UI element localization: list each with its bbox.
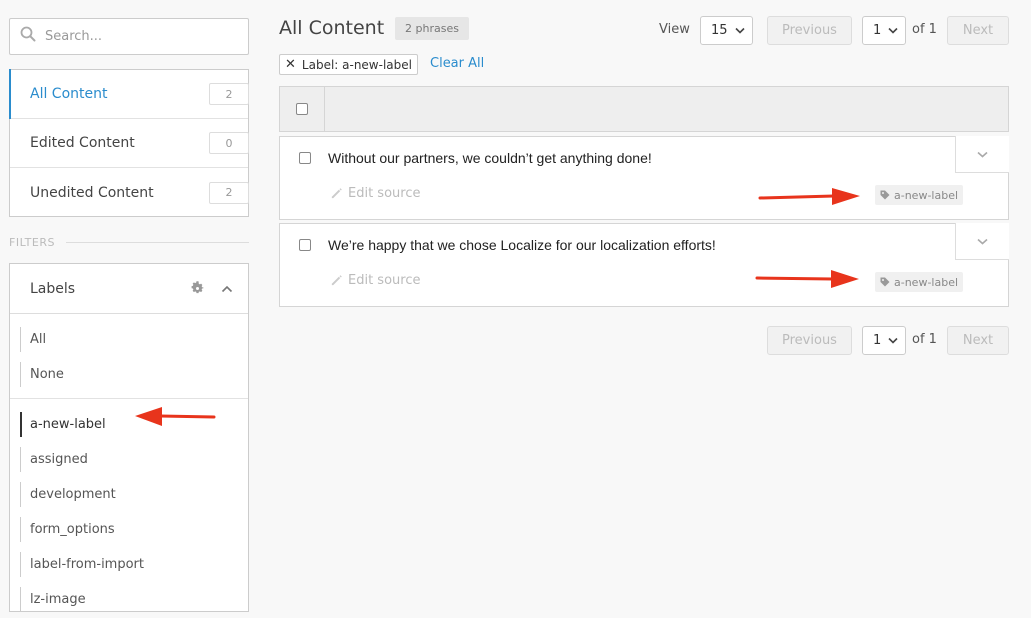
nav-item-label: All Content	[30, 86, 108, 102]
label-group-special: All None	[10, 314, 248, 399]
nav-item-count: 0	[209, 132, 249, 154]
chevron-down-icon	[735, 27, 745, 34]
nav-item-count: 2	[209, 181, 249, 204]
nav-item-label: Edited Content	[30, 135, 135, 151]
label-item-form-options[interactable]: form_options	[10, 512, 248, 547]
labels-tools	[190, 281, 233, 296]
annotation-arrow-left-icon	[135, 407, 216, 426]
active-filter-chip[interactable]: ✕ Label: a-new-label	[279, 54, 418, 75]
select-all-checkbox[interactable]	[296, 103, 308, 115]
per-page-select[interactable]: 15	[700, 16, 753, 45]
expand-button[interactable]	[955, 136, 1009, 173]
nav-item-count: 2	[209, 83, 249, 105]
label-group-named: a-new-label assigned development form_op…	[10, 399, 248, 618]
label-item-development[interactable]: development	[10, 477, 248, 512]
labels-panel: Labels All None a-new-label assigned dev…	[9, 263, 249, 612]
tag-icon	[880, 190, 890, 200]
page-value: 1	[873, 333, 882, 348]
label-item-lz-image[interactable]: lz-image	[10, 582, 248, 617]
labels-header: Labels	[10, 264, 248, 314]
labels-title: Labels	[30, 280, 76, 297]
phrase-checkbox[interactable]	[299, 239, 311, 251]
phrase-row: Without our partners, we couldn’t get an…	[279, 136, 1009, 220]
page-title: All Content	[279, 17, 385, 39]
tag-icon	[880, 277, 890, 287]
content-nav: All Content 2 Edited Content 0 Unedited …	[9, 69, 249, 217]
phrases-count-badge: 2 phrases	[395, 17, 469, 40]
edit-source-link[interactable]: Edit source	[330, 273, 420, 288]
phrase-label-tag: a-new-label	[875, 185, 964, 205]
pencil-icon	[331, 188, 342, 199]
annotation-arrow-right-icon	[758, 188, 860, 205]
nav-item-unedited-content[interactable]: Unedited Content 2	[10, 168, 249, 217]
filters-heading: FILTERS	[9, 236, 55, 249]
filter-chip-label: Label: a-new-label	[301, 57, 412, 72]
expand-button[interactable]	[955, 223, 1009, 260]
previous-button-bottom[interactable]: Previous	[767, 326, 852, 355]
chevron-down-icon	[977, 238, 988, 245]
label-item-assigned[interactable]: assigned	[10, 442, 248, 477]
nav-item-label: Unedited Content	[30, 184, 154, 201]
previous-button-top[interactable]: Previous	[767, 16, 852, 45]
clear-all-link[interactable]: Clear All	[430, 56, 484, 71]
page-select-top[interactable]: 1	[862, 16, 906, 45]
search-box[interactable]	[9, 18, 249, 55]
nav-item-edited-content[interactable]: Edited Content 0	[10, 119, 249, 168]
label-item-all[interactable]: All	[10, 322, 248, 357]
search-input[interactable]	[45, 29, 235, 44]
page-value: 1	[873, 23, 882, 38]
select-all-cell	[280, 87, 325, 131]
view-label: View	[659, 22, 690, 37]
phrase-text[interactable]: Without our partners, we couldn’t get an…	[328, 150, 652, 166]
page-of-label-top: of 1	[912, 22, 937, 37]
next-button-top[interactable]: Next	[947, 16, 1009, 45]
chevron-up-icon[interactable]	[221, 285, 233, 293]
page-of-label-bottom: of 1	[912, 332, 937, 347]
phrase-text[interactable]: We’re happy that we chose Localize for o…	[328, 237, 716, 253]
next-button-bottom[interactable]: Next	[947, 326, 1009, 355]
phrase-row: We’re happy that we chose Localize for o…	[279, 223, 1009, 307]
per-page-value: 15	[711, 23, 728, 38]
chevron-down-icon	[977, 151, 988, 158]
pencil-icon	[331, 275, 342, 286]
phrase-label-text: a-new-label	[894, 275, 959, 289]
chevron-down-icon	[888, 337, 898, 344]
phrase-label-tag: a-new-label	[875, 272, 964, 292]
label-item-label-from-import[interactable]: label-from-import	[10, 547, 248, 582]
edit-source-label: Edit source	[348, 273, 421, 288]
edit-source-link[interactable]: Edit source	[330, 186, 420, 201]
phrase-checkbox[interactable]	[299, 152, 311, 164]
gear-icon[interactable]	[190, 281, 205, 296]
search-icon	[20, 26, 36, 47]
phrase-label-text: a-new-label	[894, 188, 959, 202]
label-item-none[interactable]: None	[10, 357, 248, 392]
page-select-bottom[interactable]: 1	[862, 326, 906, 355]
list-header	[279, 86, 1009, 132]
nav-item-all-content[interactable]: All Content 2	[9, 69, 249, 119]
edit-source-label: Edit source	[348, 186, 421, 201]
filters-divider	[66, 242, 249, 243]
annotation-arrow-right-icon	[755, 270, 859, 288]
close-icon[interactable]: ✕	[285, 57, 296, 72]
chevron-down-icon	[888, 27, 898, 34]
